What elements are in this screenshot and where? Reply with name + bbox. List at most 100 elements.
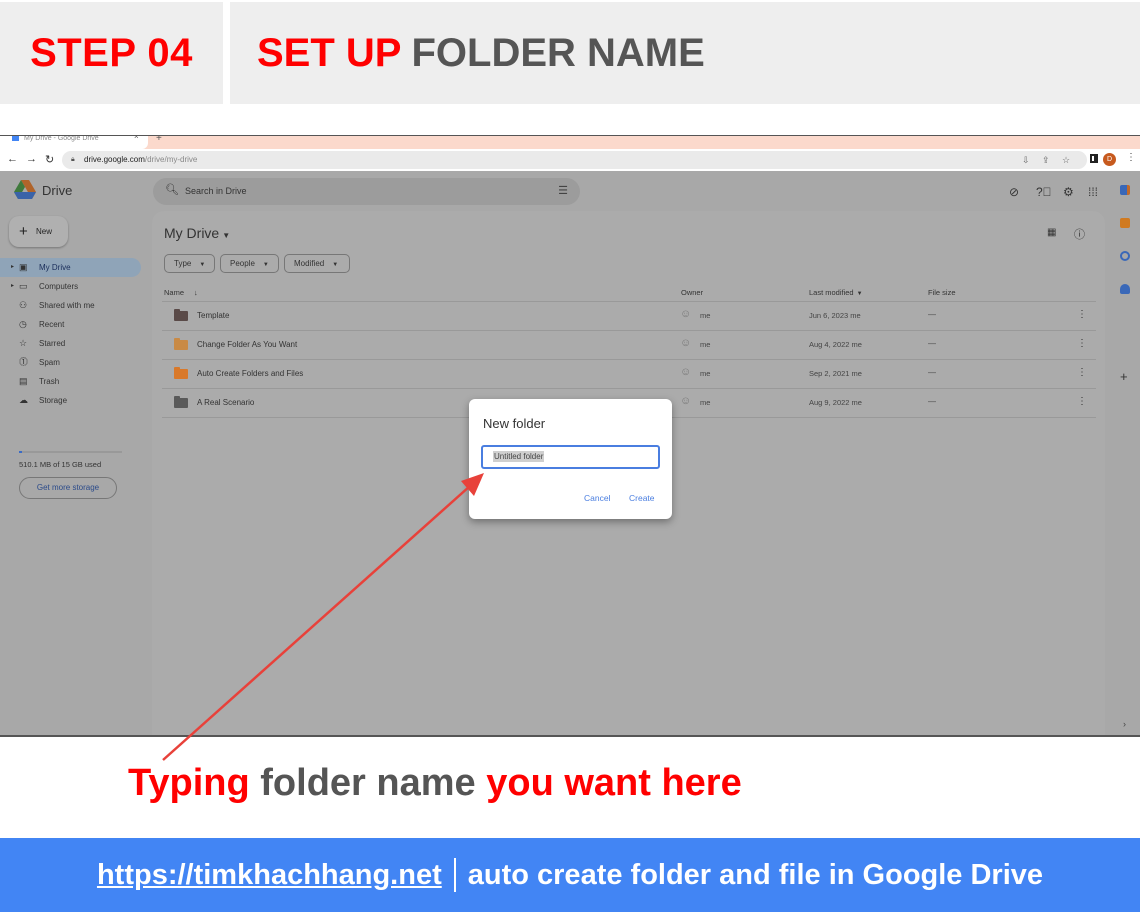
cancel-button[interactable]: Cancel: [584, 493, 610, 503]
file-row[interactable]: Template ☺ me Jun 6, 2023 me — ⋮: [162, 302, 1096, 330]
sidebar-item-shared-with-me[interactable]: ⚇ Shared with me: [0, 296, 145, 315]
info-icon[interactable]: ⓘ: [1074, 226, 1085, 242]
new-button-label: New: [36, 227, 53, 236]
instruction-caption: Typing folder name you want here: [128, 762, 742, 805]
file-modified: Aug 4, 2022 me: [809, 340, 862, 349]
column-header-name[interactable]: Name ↓: [164, 288, 198, 297]
more-actions-icon[interactable]: ⋮: [1077, 367, 1087, 378]
spam-icon: ⓵: [19, 357, 29, 367]
column-header-owner[interactable]: Owner: [681, 288, 703, 297]
sidebar-item-spam[interactable]: ⓵ Spam: [0, 353, 145, 372]
forward-icon[interactable]: →: [26, 153, 37, 165]
share-icon[interactable]: ⇪: [1042, 151, 1050, 169]
sidebar-item-label: Recent: [39, 320, 65, 329]
add-addon-icon[interactable]: +: [1120, 369, 1128, 384]
search-placeholder: Search in Drive: [185, 186, 247, 196]
sort-arrow-down-icon[interactable]: ↓: [194, 288, 198, 297]
help-icon[interactable]: ?⃝: [1036, 185, 1052, 199]
expand-arrow-icon[interactable]: ▸: [11, 277, 14, 296]
sidebar-item-label: My Drive: [39, 263, 71, 272]
sidebar-item-starred[interactable]: ☆ Starred: [0, 334, 145, 353]
url-field[interactable]: 🔒︎ drive.google.com/drive/my-drive ⇩ ⇪ ☆: [62, 151, 1087, 169]
column-header-file-size[interactable]: File size: [928, 288, 956, 297]
contacts-addon-icon[interactable]: [1120, 284, 1130, 294]
sidebar-item-recent[interactable]: ◷ Recent: [0, 315, 145, 334]
file-row[interactable]: Auto Create Folders and Files ☺ me Sep 2…: [162, 360, 1096, 388]
address-bar: ← → ↻ 🔒︎ drive.google.com/drive/my-drive…: [0, 149, 1140, 171]
browser-menu-icon[interactable]: ⋮: [1126, 152, 1136, 163]
new-tab-icon[interactable]: +: [156, 136, 162, 144]
sidebar-item-storage[interactable]: ☁ Storage: [0, 391, 145, 410]
search-icon[interactable]: 🔍︎: [165, 183, 179, 196]
more-actions-icon[interactable]: ⋮: [1077, 309, 1087, 320]
collapse-panel-icon[interactable]: ›: [1123, 719, 1126, 729]
file-name: A Real Scenario: [197, 398, 255, 407]
more-actions-icon[interactable]: ⋮: [1077, 338, 1087, 349]
sidebar-item-label: Storage: [39, 396, 68, 405]
sidebar-item-trash[interactable]: ▤ Trash: [0, 372, 145, 391]
user-avatar-icon: ☺: [680, 366, 692, 378]
reload-icon[interactable]: ↻: [45, 153, 54, 166]
sidebar-item-label: Starred: [39, 339, 66, 348]
folder-name-input[interactable]: Untitled folder: [481, 445, 660, 469]
offline-status-icon[interactable]: ⊘: [1009, 185, 1019, 199]
folder-icon: [174, 367, 188, 379]
browser-profile-avatar[interactable]: D: [1103, 153, 1116, 166]
footer-banner: https://timkhachhang.net auto create fol…: [0, 838, 1140, 912]
storage-progress-bar: [19, 451, 122, 453]
file-size: —: [928, 397, 936, 406]
tasks-addon-icon[interactable]: [1120, 251, 1130, 261]
file-row[interactable]: Change Folder As You Want ☺ me Aug 4, 20…: [162, 331, 1096, 359]
file-modified: Jun 6, 2023 me: [809, 311, 861, 320]
bookmark-star-icon[interactable]: ☆: [1062, 151, 1070, 169]
file-name: Template: [197, 311, 230, 320]
file-owner: me: [700, 398, 711, 407]
filter-modified[interactable]: Modified ▼: [284, 254, 350, 273]
lock-icon: 🔒︎: [71, 156, 75, 163]
more-actions-icon[interactable]: ⋮: [1077, 396, 1087, 407]
side-panel-icon[interactable]: [1090, 154, 1098, 163]
folder-icon: [174, 309, 188, 321]
user-avatar-icon: ☺: [680, 395, 692, 407]
browser-tab[interactable]: My Drive - Google Drive ×: [0, 136, 148, 149]
chevron-down-icon: ▼: [262, 262, 269, 268]
storage-used-text: 510.1 MB of 15 GB used: [19, 460, 102, 469]
sort-caret-icon: ▼: [856, 291, 863, 297]
column-label: Last modified: [809, 288, 854, 297]
computers-icon: ▭: [19, 281, 28, 291]
caption-highlight-1: Typing: [128, 762, 250, 804]
install-app-icon[interactable]: ⇩: [1022, 151, 1030, 169]
new-button[interactable]: + New: [9, 216, 68, 247]
page-title[interactable]: My Drive ▼: [164, 225, 230, 241]
grid-view-icon[interactable]: ▦: [1047, 227, 1056, 238]
step-title-highlight: SET UP: [257, 30, 402, 75]
tab-close-icon[interactable]: ×: [134, 136, 139, 141]
get-more-storage-button[interactable]: Get more storage: [19, 477, 117, 499]
filter-type[interactable]: Type ▼: [164, 254, 215, 273]
sidebar: ▸ ▣ My Drive ▸ ▭ Computers ⚇ Shared with…: [0, 258, 145, 410]
footer-text: auto create folder and file in Google Dr…: [467, 858, 1044, 891]
filter-people[interactable]: People ▼: [220, 254, 279, 273]
star-icon: ☆: [19, 338, 28, 348]
keep-addon-icon[interactable]: [1120, 218, 1130, 228]
column-header-last-modified[interactable]: Last modified ▼: [809, 288, 863, 297]
expand-arrow-icon[interactable]: ▸: [11, 258, 14, 277]
filter-label: Modified: [294, 259, 325, 268]
side-panel: + ›: [1108, 171, 1140, 735]
back-icon[interactable]: ←: [7, 153, 18, 165]
step-banner: STEP 04 SET UP FOLDER NAME: [0, 0, 1140, 104]
settings-gear-icon[interactable]: ⚙: [1063, 185, 1074, 199]
search-options-icon[interactable]: ☰: [558, 184, 568, 197]
create-button[interactable]: Create: [629, 493, 655, 503]
drive-logo-icon: [14, 180, 36, 199]
sidebar-item-computers[interactable]: ▸ ▭ Computers: [0, 277, 145, 296]
apps-grid-icon[interactable]: ⁞⁞⁞: [1088, 185, 1098, 199]
file-owner: me: [700, 369, 711, 378]
calendar-addon-icon[interactable]: [1120, 185, 1130, 195]
website-link[interactable]: https://timkhachhang.net: [97, 859, 442, 892]
search-bar[interactable]: 🔍︎ Search in Drive ☰: [153, 178, 580, 205]
sidebar-item-my-drive[interactable]: ▸ ▣ My Drive: [0, 258, 141, 277]
page-title-text: My Drive: [164, 225, 220, 241]
sidebar-item-label: Trash: [39, 377, 60, 386]
sidebar-item-label: Spam: [39, 358, 60, 367]
